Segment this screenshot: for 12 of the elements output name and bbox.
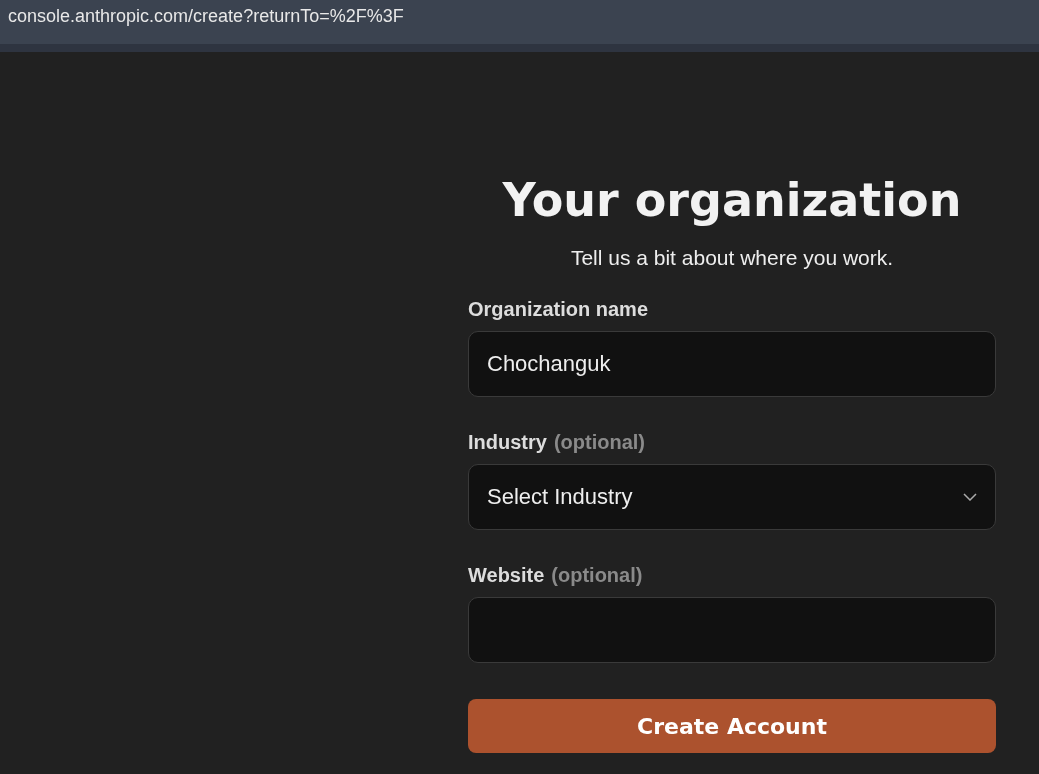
field-label: Industry: [468, 431, 547, 454]
field-label: Website: [468, 564, 545, 587]
text-input-field[interactable]: [468, 597, 996, 663]
page-heading: Your organization: [501, 172, 963, 229]
create-account-button[interactable]: Create Account: [468, 699, 996, 753]
chevron-down-icon: [963, 493, 977, 501]
optional-hint: (optional): [553, 431, 645, 454]
industry-dropdown[interactable]: Select Industry: [468, 464, 996, 530]
text-input-field[interactable]: Chochanguk: [468, 331, 996, 397]
field-label: Organization name: [468, 298, 649, 321]
subtitle-text: Tell us a bit about where you work.: [569, 246, 895, 270]
optional-hint: (optional): [551, 564, 643, 587]
